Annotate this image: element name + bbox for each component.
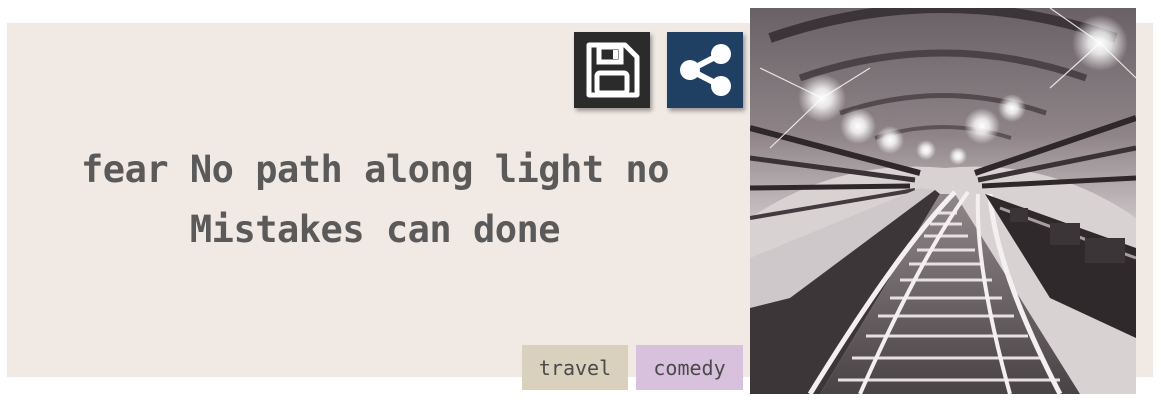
quote-line-2: Mistakes can done [189,208,561,251]
tunnel-illustration [750,8,1136,394]
quote-text: fear No path along light no Mistakes can… [20,140,730,260]
floppy-disk-icon [586,42,640,98]
tunnel-photo [750,8,1136,394]
save-button[interactable] [574,32,650,108]
share-icon [680,44,731,96]
tag-travel[interactable]: travel [522,345,628,390]
quote-line-1: fear No path along light no [81,148,669,191]
share-button[interactable] [667,32,743,108]
tag-comedy[interactable]: comedy [636,345,743,390]
